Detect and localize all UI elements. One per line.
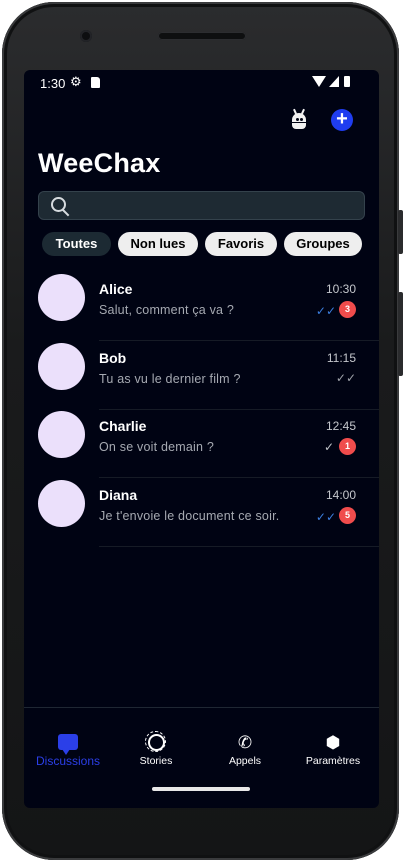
conversation-row[interactable]: Charlie On se voit demain ? 12:45 ✓ 1 bbox=[24, 410, 379, 478]
filter-chip-non-lues[interactable]: Non lues bbox=[118, 232, 198, 256]
conversation-row[interactable]: Bob Tu as vu le dernier film ? 11:15 ✓✓ bbox=[24, 342, 379, 410]
message-time: 11:15 bbox=[326, 351, 356, 365]
search-input[interactable] bbox=[79, 192, 363, 221]
avatar bbox=[38, 274, 85, 321]
nav-item-parametres[interactable]: ⬢ Paramètres bbox=[296, 734, 370, 767]
nav-item-discussions[interactable]: Discussions bbox=[30, 734, 106, 768]
contact-name: Bob bbox=[99, 350, 127, 366]
delivered-receipt-icon: ✓✓ bbox=[335, 371, 356, 385]
earpiece-speaker bbox=[158, 32, 246, 40]
message-preview: Salut, comment ça va ? bbox=[99, 303, 235, 317]
bottom-navigation: Discussions Stories ✆ Appels ⬢ Paramètre… bbox=[24, 708, 379, 808]
settings-hexagon-icon: ⬢ bbox=[325, 733, 341, 752]
avatar bbox=[38, 480, 85, 527]
unread-badge: 5 bbox=[339, 507, 356, 524]
message-time: 14:00 bbox=[325, 488, 356, 502]
nav-label: Discussions bbox=[35, 754, 101, 768]
nav-label: Appels bbox=[228, 755, 262, 767]
nav-label: Paramètres bbox=[305, 755, 361, 767]
cell-signal-icon bbox=[329, 76, 339, 87]
wifi-icon bbox=[312, 76, 326, 87]
battery-icon bbox=[344, 76, 350, 87]
sent-check-icon: ✓ bbox=[323, 440, 334, 454]
conversation-row[interactable]: Diana Je t'envoie le document ce soir. 1… bbox=[24, 479, 379, 547]
contact-name: Diana bbox=[99, 487, 138, 503]
avatar bbox=[38, 343, 85, 390]
status-bar: 1:30 ⚙ bbox=[24, 70, 379, 96]
phone-icon: ✆ bbox=[237, 733, 253, 752]
contact-name: Charlie bbox=[99, 418, 147, 434]
android-robot-icon[interactable] bbox=[288, 108, 310, 132]
search-bar[interactable] bbox=[38, 191, 365, 221]
new-chat-button[interactable]: + bbox=[331, 109, 353, 131]
status-time: 1:30 bbox=[40, 76, 66, 91]
app-screen: 1:30 ⚙ + WeeChax Toutes Non lues Favoris… bbox=[24, 70, 379, 808]
row-divider bbox=[99, 477, 379, 478]
row-divider bbox=[99, 546, 379, 547]
filter-chip-favoris[interactable]: Favoris bbox=[205, 232, 277, 256]
conversation-row[interactable]: Alice Salut, comment ça va ? 10:30 ✓✓ 3 bbox=[24, 273, 379, 341]
nav-item-appels[interactable]: ✆ Appels bbox=[212, 734, 278, 767]
contact-name: Alice bbox=[99, 281, 133, 297]
read-receipt-icon: ✓✓ bbox=[315, 304, 336, 318]
settings-gear-icon: ⚙ bbox=[70, 74, 82, 89]
nav-label: Stories bbox=[139, 755, 173, 767]
nav-item-stories[interactable]: Stories bbox=[124, 731, 188, 767]
message-preview: On se voit demain ? bbox=[99, 440, 214, 454]
stories-icon bbox=[144, 731, 166, 752]
power-button bbox=[398, 210, 403, 254]
message-preview: Tu as vu le dernier film ? bbox=[99, 372, 241, 386]
volume-button bbox=[398, 292, 403, 376]
home-indicator[interactable] bbox=[152, 787, 250, 791]
unread-badge: 1 bbox=[339, 438, 356, 455]
message-time: 10:30 bbox=[325, 282, 356, 296]
unread-badge: 3 bbox=[339, 301, 356, 318]
chat-bubble-icon bbox=[58, 734, 78, 755]
read-receipt-icon: ✓✓ bbox=[315, 510, 336, 524]
avatar bbox=[38, 411, 85, 458]
filter-chip-groupes[interactable]: Groupes bbox=[284, 232, 362, 256]
page-title: WeeChax bbox=[38, 148, 161, 178]
message-preview: Je t'envoie le document ce soir. bbox=[99, 509, 280, 523]
filter-chip-toutes[interactable]: Toutes bbox=[42, 232, 111, 256]
front-camera bbox=[80, 30, 92, 42]
phone-frame: 1:30 ⚙ + WeeChax Toutes Non lues Favoris… bbox=[2, 2, 403, 860]
row-divider bbox=[99, 340, 379, 341]
message-time: 12:45 bbox=[325, 419, 356, 433]
sd-card-icon bbox=[91, 77, 100, 88]
